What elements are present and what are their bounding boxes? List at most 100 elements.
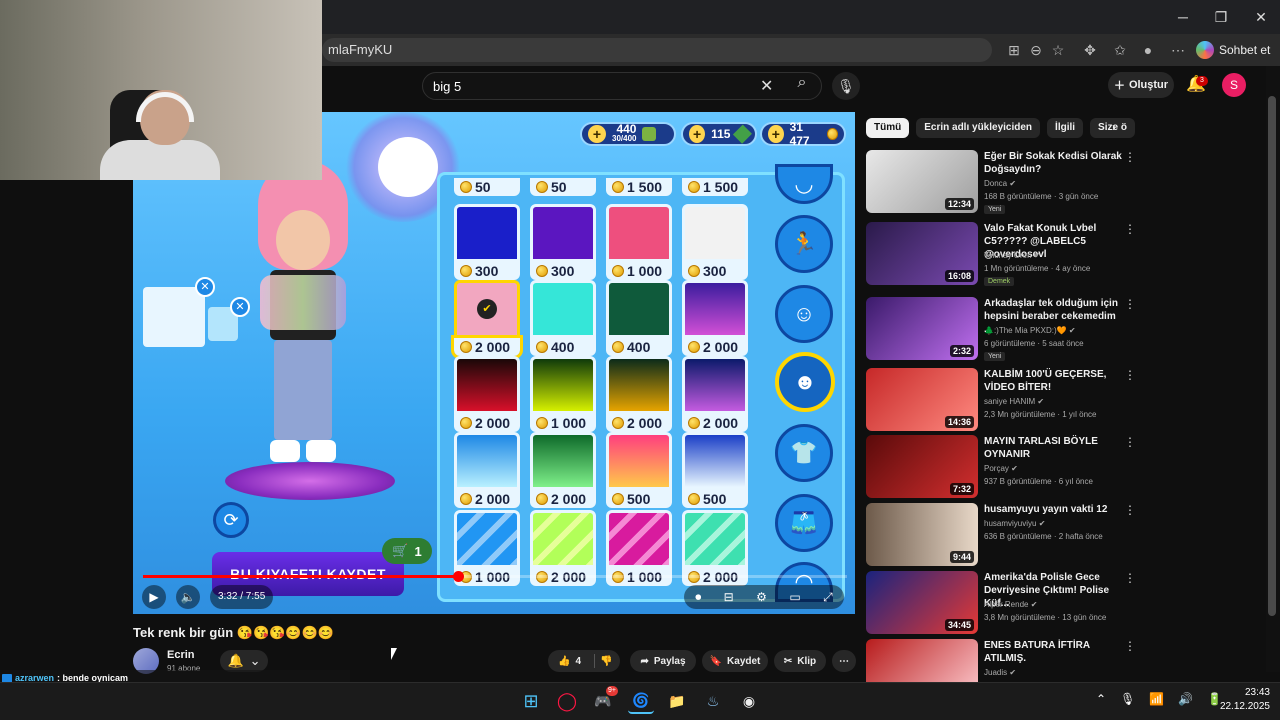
windows-start-icon[interactable]: ⊞ <box>518 688 544 714</box>
opera-icon[interactable]: ◯ <box>554 688 580 714</box>
color-swatch[interactable]: 50 <box>530 174 600 196</box>
channel-name[interactable]: Ecrin <box>167 649 195 661</box>
video-thumbnail[interactable]: 2:32 <box>866 297 978 360</box>
recommended-video-channel[interactable]: husamviyuviyu ✔ <box>984 519 1134 528</box>
filter-chip[interactable]: Ecrin adlı yükleyiciden <box>916 118 1041 138</box>
video-thumbnail[interactable]: 12:34 <box>866 150 978 213</box>
recommended-video[interactable]: 2:32 Arkadaşlar tek olduğum için hepsini … <box>866 297 1266 363</box>
more-options-icon[interactable]: ⋮ <box>1124 150 1136 164</box>
recommended-video[interactable]: 7:32 MAYIN TARLASI BÖYLE OYNANIR Porçay ✔ 9… <box>866 435 1266 501</box>
color-swatch[interactable]: 300 <box>530 204 600 280</box>
more-options-icon[interactable]: ⋮ <box>1124 297 1136 311</box>
save-button[interactable]: 🔖 Kaydet <box>702 650 768 672</box>
video-thumbnail[interactable]: 16:08 <box>866 222 978 285</box>
color-swatch[interactable]: 1 500 <box>606 174 676 196</box>
color-swatch[interactable]: 2 000 <box>454 356 524 432</box>
add-coins-icon[interactable]: + <box>768 125 784 143</box>
scrollbar-thumb[interactable] <box>1268 96 1276 616</box>
like-button[interactable]: 👍 4 👎 <box>548 650 620 672</box>
share-button[interactable]: ➦ Paylaş <box>630 650 696 672</box>
extensions-icon[interactable]: ✥ <box>1080 40 1100 60</box>
play-icon[interactable]: ▶ <box>142 585 166 609</box>
remove-item-icon[interactable]: ✕ <box>195 277 215 297</box>
filter-chip[interactable]: İlgili <box>1047 118 1084 138</box>
recommended-video-channel[interactable]: Porçay ✔ <box>984 464 1134 473</box>
zoom-icon[interactable]: ⊖ <box>1026 40 1046 60</box>
color-swatch[interactable]: 2 000 <box>530 432 600 508</box>
create-button[interactable]: ＋ Oluştur <box>1108 72 1174 98</box>
recommended-video-channel[interactable]: 🌲:)The Mia PKXD:)🧡 ✔ <box>984 326 1134 335</box>
more-options-icon[interactable]: ⋮ <box>1124 368 1136 382</box>
color-swatch[interactable]: 500 <box>682 432 752 508</box>
copilot-chat-button[interactable]: Sohbet et <box>1196 38 1274 62</box>
color-swatch[interactable]: 1 000 <box>606 204 676 280</box>
steam-icon[interactable]: ♨ <box>700 688 726 714</box>
color-swatch[interactable]: ✔ 2 000 <box>451 280 524 359</box>
favorite-star-icon[interactable]: ☆ <box>1048 40 1068 60</box>
color-swatch[interactable]: 2 000 <box>682 280 752 356</box>
tickets-counter[interactable]: + 440 30/400 <box>580 122 676 146</box>
edge-icon[interactable]: 🌀 <box>628 688 654 714</box>
recommended-video-channel[interactable]: Juadis ✔ <box>984 668 1134 677</box>
color-swatch[interactable]: 50 <box>454 174 524 196</box>
close-window-button[interactable]: ✕ <box>1238 0 1280 34</box>
recommended-video-title[interactable]: MAYIN TARLASI BÖYLE OYNANIR <box>984 435 1124 461</box>
speaker-icon[interactable]: 🔊 <box>1178 692 1193 706</box>
more-options-icon[interactable]: ⋮ <box>1124 571 1136 585</box>
clip-button[interactable]: ✂ Klip <box>774 650 826 672</box>
recommended-video-title[interactable]: KALBİM 100'Ü GEÇERSE, VİDEO BİTER! <box>984 368 1124 394</box>
category-bottoms-button[interactable]: 🩳 <box>775 494 833 552</box>
fullscreen-icon[interactable]: ⤢ <box>823 590 833 605</box>
color-swatch[interactable]: 2 000 <box>454 432 524 508</box>
recommended-video-channel[interactable]: Tolunay Ören ✔ <box>984 251 1134 260</box>
more-options-icon[interactable]: ⋮ <box>1124 222 1136 236</box>
color-swatch[interactable]: 400 <box>530 280 600 356</box>
more-options-icon[interactable]: ⋮ <box>1124 435 1136 449</box>
volume-icon[interactable]: 🔈 <box>176 585 200 609</box>
recommended-video-title[interactable]: ENES BATURA İFTİRA ATILMIŞ. <box>984 639 1124 665</box>
color-swatch[interactable]: 2 000 <box>606 356 676 432</box>
category-animation-button[interactable]: 🏃 <box>775 215 833 273</box>
wifi-icon[interactable]: 📶 <box>1149 692 1164 706</box>
microphone-icon[interactable]: 🎙 <box>832 72 860 100</box>
chevron-up-icon[interactable]: ⌃ <box>1096 692 1106 706</box>
color-swatch[interactable]: 1 000 <box>530 356 600 432</box>
more-options-icon[interactable]: ⋮ <box>1124 503 1136 517</box>
address-bar[interactable]: mlaFmyKU <box>322 38 992 62</box>
color-swatch[interactable]: 300 <box>454 204 524 280</box>
favorites-icon[interactable]: ✩ <box>1110 40 1130 60</box>
category-skin-color-button[interactable]: ☻ <box>775 352 835 412</box>
miniplayer-icon[interactable]: ▭ <box>789 590 800 604</box>
color-swatch[interactable]: 2 000 <box>682 356 752 432</box>
color-swatch[interactable]: 300 <box>682 204 752 280</box>
category-tops-button[interactable]: 👕 <box>775 424 833 482</box>
recommended-video[interactable]: 14:36 KALBİM 100'Ü GEÇERSE, VİDEO BİTER! s… <box>866 368 1266 434</box>
recommended-video[interactable]: 34:45 Amerika'da Polisle Gece Devriyesine… <box>866 571 1266 637</box>
recommended-video-channel[interactable]: saniye HANIM ✔ <box>984 397 1134 406</box>
recommended-video-title[interactable]: Eğer Bir Sokak Kedisi Olarak Doğsaydın? <box>984 150 1124 176</box>
rotate-icon[interactable]: ⟳ <box>213 502 249 538</box>
recommended-video-channel[interactable]: Donca ✔ <box>984 179 1134 188</box>
thumbs-down-icon[interactable]: 👎 <box>600 656 612 667</box>
more-actions-button[interactable]: ⋯ <box>832 650 856 672</box>
microphone-tray-icon[interactable]: 🎙 <box>1120 692 1135 706</box>
subtitles-icon[interactable]: ⊟ <box>724 590 734 604</box>
settings-gear-icon[interactable]: ⚙ <box>756 590 767 604</box>
search-icon[interactable]: ⌕ <box>790 74 814 98</box>
more-menu-icon[interactable]: ⋯ <box>1168 40 1188 60</box>
video-thumbnail[interactable]: 34:45 <box>866 571 978 634</box>
cart-badge[interactable]: 🛒 1 <box>382 538 432 564</box>
obs-icon[interactable]: ◉ <box>736 688 762 714</box>
progress-scrubber[interactable] <box>453 571 464 582</box>
autoplay-toggle[interactable]: ⏺ <box>695 590 701 605</box>
equipped-item-slot[interactable] <box>143 287 205 347</box>
category-face-button[interactable]: ☺ <box>775 285 833 343</box>
recommended-video[interactable]: 12:34 Eğer Bir Sokak Kedisi Olarak Doğsay… <box>866 150 1266 216</box>
recommended-video-title[interactable]: husamyuyu yayın vakti 12 <box>984 503 1124 516</box>
coins-counter[interactable]: + 31 477 <box>760 120 846 148</box>
recommended-video[interactable]: 9:44 husamyuyu yayın vakti 12 husamviyuviy… <box>866 503 1266 569</box>
user-avatar[interactable]: S <box>1222 73 1246 97</box>
add-tickets-icon[interactable]: + <box>588 125 606 143</box>
video-thumbnail[interactable]: 7:32 <box>866 435 978 498</box>
app-icon[interactable]: ⊞ <box>1004 40 1024 60</box>
